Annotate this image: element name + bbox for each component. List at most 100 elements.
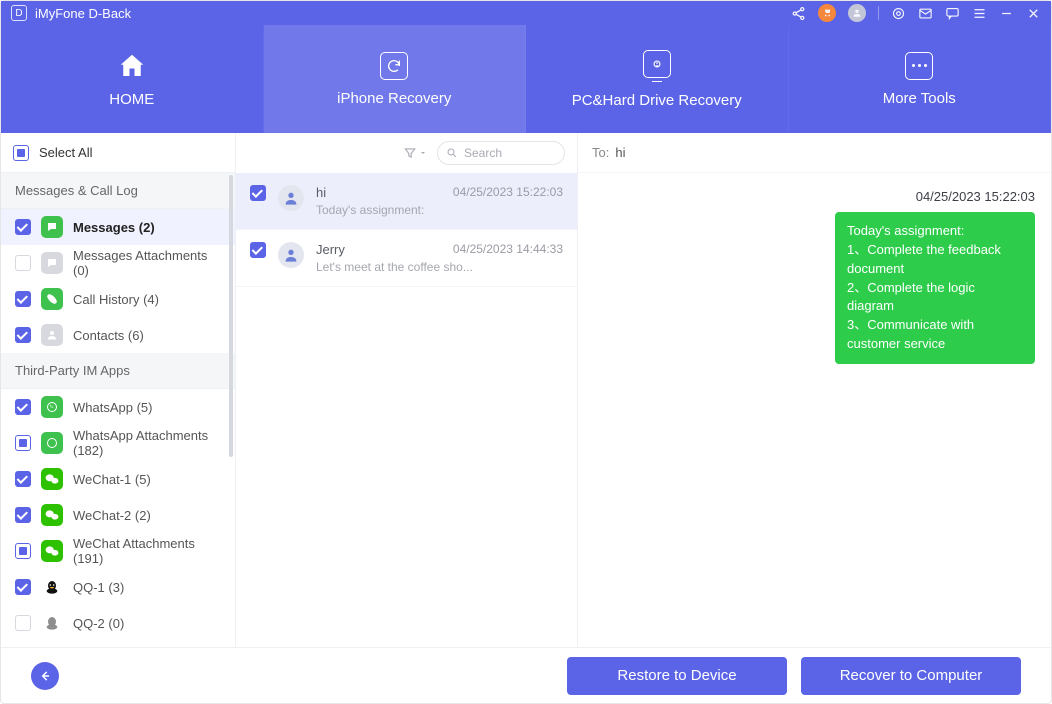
avatar-icon (278, 242, 304, 268)
minimize-icon[interactable] (999, 6, 1014, 21)
titlebar: D iMyFone D-Back (1, 1, 1051, 25)
cart-icon[interactable] (818, 4, 836, 22)
checkbox[interactable] (15, 543, 31, 559)
select-all-checkbox[interactable] (13, 145, 29, 161)
close-icon[interactable] (1026, 6, 1041, 21)
thread-item[interactable]: Jerry 04/25/2023 14:44:33 Let's meet at … (236, 230, 577, 287)
checkbox[interactable] (15, 615, 31, 631)
avatar-icon (278, 185, 304, 211)
more-icon (905, 52, 933, 80)
checkbox[interactable] (15, 435, 31, 451)
checkbox[interactable] (15, 399, 31, 415)
tab-more-tools[interactable]: More Tools (789, 25, 1052, 133)
monitor-icon (643, 50, 671, 82)
sidebar-item-messages[interactable]: Messages (2) (1, 209, 235, 245)
thread-timestamp: 04/25/2023 14:44:33 (453, 242, 563, 257)
section-im-items: WhatsApp (5) WhatsApp Attachments (182) … (1, 389, 235, 641)
thread-checkbox[interactable] (250, 185, 266, 201)
thread-item[interactable]: hi 04/25/2023 15:22:03 Today's assignmen… (236, 173, 577, 230)
message-detail: To: hi 04/25/2023 15:22:03 Today's assig… (578, 133, 1051, 647)
select-all-label: Select All (39, 145, 92, 160)
contacts-icon (41, 324, 63, 346)
attachment-icon (41, 252, 63, 274)
main-content: Select All Messages & Call Log Messages … (1, 133, 1051, 647)
refresh-icon (380, 52, 408, 80)
menu-icon[interactable] (972, 6, 987, 21)
detail-header: To: hi (578, 133, 1051, 173)
messages-icon (41, 216, 63, 238)
to-value: hi (615, 145, 625, 160)
checkbox[interactable] (15, 507, 31, 523)
sidebar-item-wechat-2[interactable]: WeChat-2 (2) (1, 497, 235, 533)
select-all-row[interactable]: Select All (1, 133, 235, 173)
item-label: QQ-2 (0) (73, 616, 124, 631)
item-label: WhatsApp Attachments (182) (73, 428, 221, 458)
tab-pc-label: PC&Hard Drive Recovery (572, 92, 742, 109)
checkbox[interactable] (15, 327, 31, 343)
item-label: WeChat-2 (2) (73, 508, 151, 523)
sidebar-item-qq-2[interactable]: QQ-2 (0) (1, 605, 235, 641)
wechat-icon (41, 468, 63, 490)
checkbox[interactable] (15, 291, 31, 307)
sidebar-item-call-history[interactable]: Call History (4) (1, 281, 235, 317)
section-messages-header: Messages & Call Log (1, 173, 235, 209)
sidebar-item-wechat-attachments[interactable]: WeChat Attachments (191) (1, 533, 235, 569)
thread-timestamp: 04/25/2023 15:22:03 (453, 185, 563, 200)
thread-list: Search hi 04/25/2023 15:22:03 Today's as… (236, 133, 578, 647)
search-input[interactable]: Search (437, 141, 565, 165)
whatsapp-icon (41, 432, 63, 454)
sidebar-item-whatsapp[interactable]: WhatsApp (5) (1, 389, 235, 425)
thread-preview: Let's meet at the coffee sho... (316, 260, 563, 274)
feedback-icon[interactable] (945, 6, 960, 21)
account-icon[interactable] (848, 4, 866, 22)
sidebar-item-qq-1[interactable]: QQ-1 (3) (1, 569, 235, 605)
item-label: Messages (2) (73, 220, 155, 235)
qq-icon (41, 576, 63, 598)
checkbox[interactable] (15, 219, 31, 235)
wechat-icon (41, 540, 63, 562)
thread-name: Jerry (316, 242, 345, 257)
sidebar-item-wechat-1[interactable]: WeChat-1 (5) (1, 461, 235, 497)
item-label: WeChat-1 (5) (73, 472, 151, 487)
sidebar-scrollbar[interactable] (229, 175, 233, 645)
back-button[interactable] (31, 662, 59, 690)
checkbox[interactable] (15, 579, 31, 595)
recover-to-computer-button[interactable]: Recover to Computer (801, 657, 1021, 695)
thread-toolbar: Search (236, 133, 577, 173)
item-label: WeChat Attachments (191) (73, 536, 221, 566)
tab-home[interactable]: HOME (1, 25, 264, 133)
thread-checkbox[interactable] (250, 242, 266, 258)
wechat-icon (41, 504, 63, 526)
share-icon[interactable] (791, 6, 806, 21)
search-icon (446, 147, 458, 159)
message-bubble: Today's assignment: 1、Complete the feedb… (835, 212, 1035, 364)
search-placeholder: Search (464, 146, 502, 160)
settings-icon[interactable] (891, 6, 906, 21)
app-window: D iMyFone D-Back (0, 0, 1052, 704)
home-icon (115, 51, 149, 81)
brand-icon: D (11, 5, 27, 21)
sidebar-item-messages-attachments[interactable]: Messages Attachments (0) (1, 245, 235, 281)
checkbox[interactable] (15, 471, 31, 487)
sidebar-item-whatsapp-attachments[interactable]: WhatsApp Attachments (182) (1, 425, 235, 461)
section-im-header: Third-Party IM Apps (1, 353, 235, 389)
tab-iphone-recovery[interactable]: iPhone Recovery (264, 25, 527, 133)
nav-tabs: HOME iPhone Recovery PC&Hard Drive Recov… (1, 25, 1051, 133)
arrow-left-icon (38, 669, 52, 683)
tab-pc-recovery[interactable]: PC&Hard Drive Recovery (526, 25, 789, 133)
sidebar-item-contacts[interactable]: Contacts (6) (1, 317, 235, 353)
thread-name: hi (316, 185, 326, 200)
checkbox[interactable] (15, 255, 31, 271)
mail-icon[interactable] (918, 6, 933, 21)
tab-home-label: HOME (109, 91, 154, 108)
filter-icon[interactable] (403, 146, 427, 160)
item-label: WhatsApp (5) (73, 400, 152, 415)
app-title: iMyFone D-Back (35, 6, 131, 21)
to-label: To: (592, 145, 609, 160)
detail-timestamp: 04/25/2023 15:22:03 (594, 189, 1035, 204)
footer: Restore to Device Recover to Computer (1, 647, 1051, 703)
item-label: Messages Attachments (0) (73, 248, 221, 278)
restore-to-device-button[interactable]: Restore to Device (567, 657, 787, 695)
item-label: Call History (4) (73, 292, 159, 307)
phone-icon (41, 288, 63, 310)
